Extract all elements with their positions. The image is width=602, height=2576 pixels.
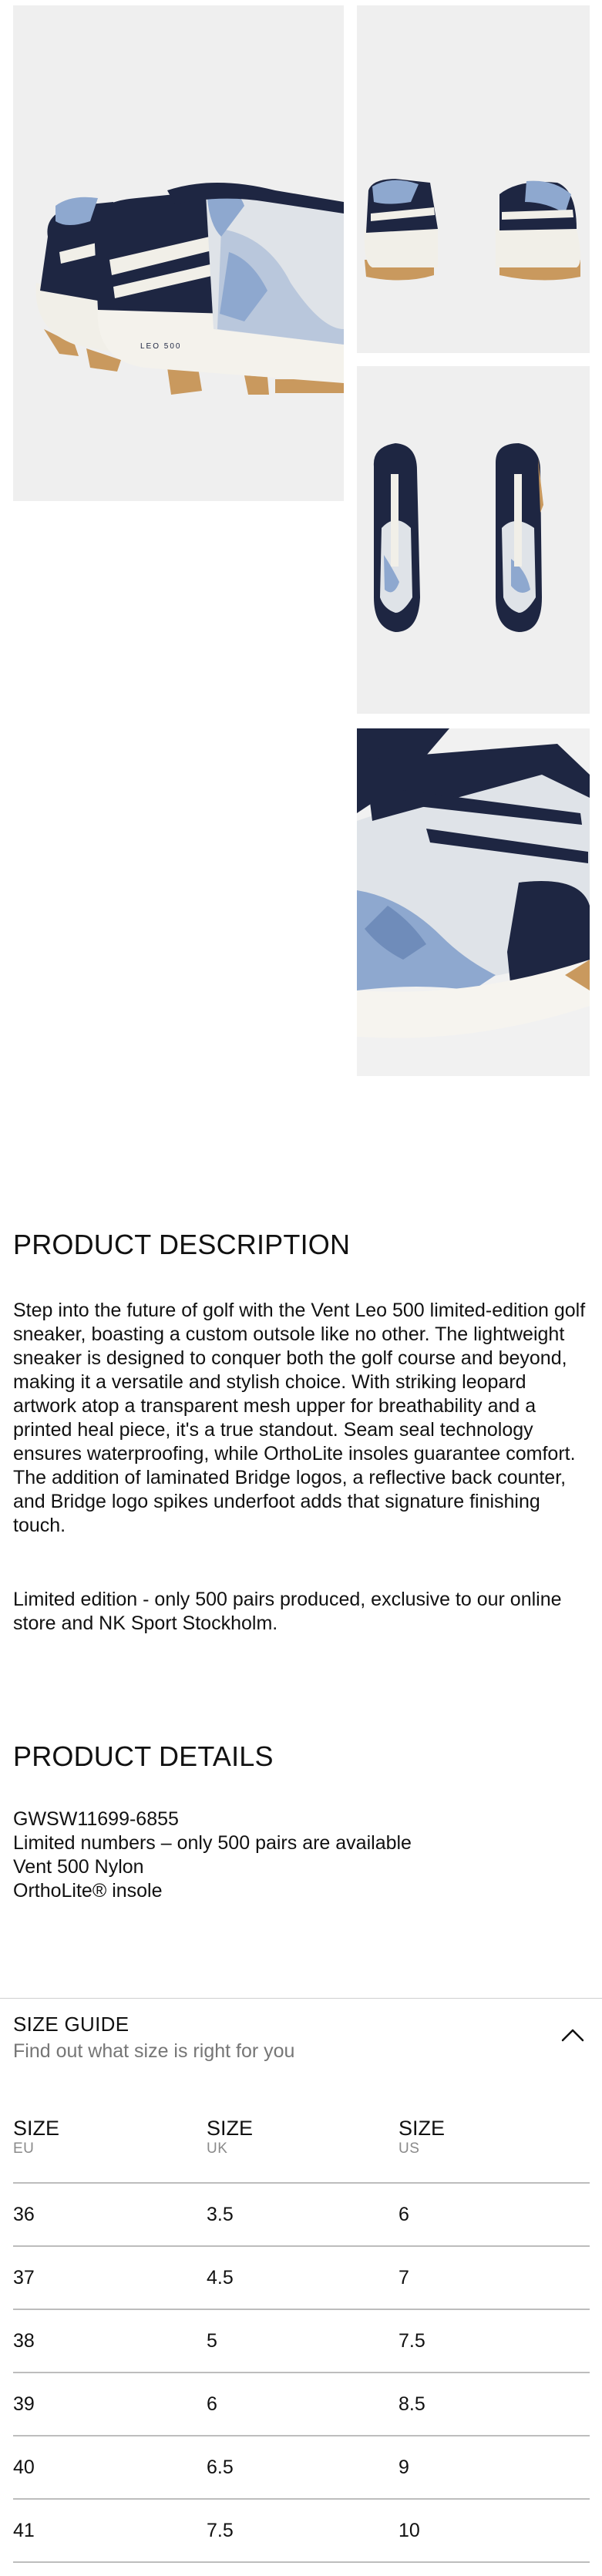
size-header-label: SIZE [399,2117,446,2140]
size-header-eu: SIZE EU [13,2116,207,2184]
size-guide-header[interactable]: SIZE GUIDE Find out what size is right f… [13,2006,590,2068]
size-header-unit: EU [13,2141,35,2157]
product-image-side-view[interactable]: LEO 500 [13,5,344,501]
table-row: 37 4.5 7 [13,2246,590,2310]
size-guide-subtitle: Find out what size is right for you [13,2040,295,2062]
size-header-label: SIZE [13,2117,60,2140]
size-cell-us: 10 [399,2499,590,2563]
size-header-label: SIZE [207,2117,254,2140]
table-row: 36 3.5 6 [13,2183,590,2247]
table-row: 39 6 8.5 [13,2373,590,2436]
table-row: 41 7.5 10 [13,2499,590,2563]
size-cell-eu: 37 [13,2246,207,2310]
details-item-insole: OrthoLite® insole [13,1880,163,1902]
size-cell-uk: 7.5 [207,2499,399,2563]
product-description-title: PRODUCT DESCRIPTION [13,1229,351,1260]
sneaker-pair-side-illustration [357,5,590,353]
table-row: 40 6.5 9 [13,2436,590,2500]
details-item-sku: GWSW11699-6855 [13,1808,179,1830]
table-row: 38 5 7.5 [13,2309,590,2373]
product-image-closeup[interactable] [357,728,590,1076]
size-cell-us: 7.5 [399,2309,590,2373]
size-cell-us: 7 [399,2246,590,2310]
size-cell-eu: 40 [13,2436,207,2500]
product-details-title: PRODUCT DETAILS [13,1740,274,1772]
size-header-uk: SIZE UK [207,2116,399,2184]
details-item-material: Vent 500 Nylon [13,1856,144,1878]
size-guide-toggle-button[interactable] [556,2022,590,2048]
size-header-unit: US [399,2141,420,2157]
sneaker-closeup-illustration [357,728,590,1076]
size-cell-eu: 41 [13,2499,207,2563]
product-page: LEO 500 PRODUCT DESCRIPTION Step into th… [0,0,602,2576]
size-cell-uk: 5 [207,2309,399,2373]
details-item-limited: Limited numbers – only 500 pairs are ava… [13,1832,412,1854]
size-cell-uk: 4.5 [207,2246,399,2310]
size-cell-us: 8.5 [399,2373,590,2436]
size-cell-uk: 6 [207,2373,399,2436]
sneaker-side-illustration: LEO 500 [13,5,344,501]
svg-text:LEO 500: LEO 500 [140,342,181,351]
size-cell-eu: 36 [13,2183,207,2247]
size-header-unit: UK [207,2141,228,2157]
size-guide-table: SIZE EU SIZE UK SIZE US 36 3.5 6 37 4.5 … [13,2116,590,2563]
product-image-pair-side[interactable] [357,5,590,353]
size-table-header-row: SIZE EU SIZE UK SIZE US [13,2116,590,2184]
product-details-list: GWSW11699-6855 Limited numbers – only 50… [13,1808,584,1903]
product-image-pair-top[interactable] [357,366,590,714]
sneaker-pair-top-illustration [357,366,590,714]
size-cell-us: 9 [399,2436,590,2500]
product-description-limited-note: Limited edition - only 500 pairs produce… [13,1589,562,1634]
product-description-text: Step into the future of golf with the Ve… [13,1300,586,1536]
size-cell-us: 6 [399,2183,590,2247]
size-guide-title: SIZE GUIDE [13,2013,129,2036]
size-cell-eu: 38 [13,2309,207,2373]
chevron-up-icon [561,2029,584,2042]
size-cell-uk: 6.5 [207,2436,399,2500]
size-cell-eu: 39 [13,2373,207,2436]
size-header-us: SIZE US [399,2116,590,2184]
size-guide-divider [0,1998,602,1999]
size-cell-uk: 3.5 [207,2183,399,2247]
